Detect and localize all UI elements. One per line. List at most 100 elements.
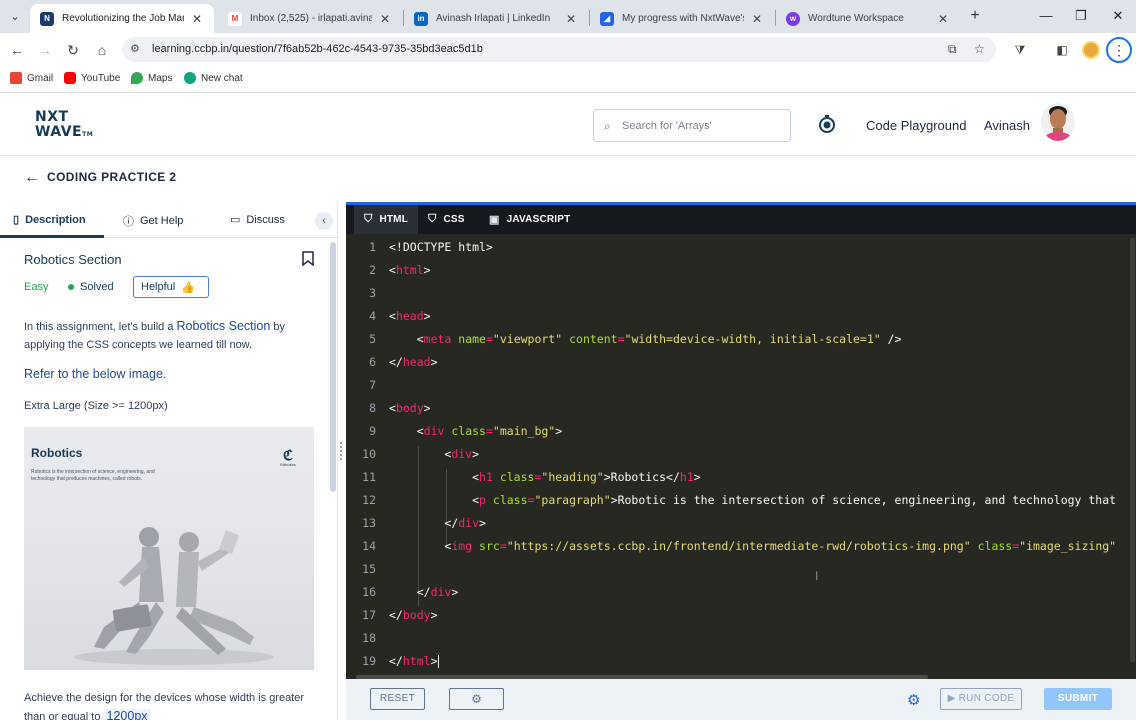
- preview-text: Robotics is the intersection of science,…: [31, 469, 155, 482]
- close-tab-icon[interactable]: ✕: [564, 12, 578, 26]
- code-token: html: [395, 263, 424, 277]
- line-number: 7: [369, 378, 376, 392]
- code-token: img: [451, 539, 473, 553]
- code-token: div: [451, 447, 473, 461]
- code-playground-link[interactable]: Code Playground: [866, 118, 966, 133]
- status-dot: [68, 284, 74, 290]
- window-close-icon[interactable]: ✕: [1108, 7, 1128, 25]
- line-number: 5: [369, 332, 376, 346]
- tab-css[interactable]: ⛉ CSS: [428, 205, 465, 234]
- browser-tab-4[interactable]: ◢ My progress with NxtWave's Jo ✕: [590, 4, 774, 33]
- logo-line2: WAVE: [35, 124, 83, 140]
- back-icon[interactable]: ←: [7, 40, 27, 60]
- home-icon[interactable]: ⌂: [92, 40, 112, 60]
- description-highlight: Robotics Section: [176, 319, 271, 333]
- tab-description-label: Description: [25, 213, 86, 226]
- browser-tab-2[interactable]: M Inbox (2,525) - irlapati.avinash ✕: [218, 4, 402, 33]
- code-token: content: [569, 332, 618, 346]
- bookmark-label: Gmail: [27, 72, 54, 84]
- helpful-button[interactable]: Helpful 👍: [133, 276, 209, 298]
- nxtwave-logo[interactable]: NXT WAVETM: [35, 110, 105, 142]
- reload-icon[interactable]: ↻: [63, 40, 83, 60]
- browser-tab-1[interactable]: N Revolutionizing the Job Market ✕: [30, 4, 214, 33]
- side-panel-icon[interactable]: ◧: [1053, 41, 1071, 59]
- install-app-icon[interactable]: ⧉: [948, 42, 957, 57]
- progress-favicon-icon: ◢: [600, 11, 614, 26]
- chatgpt-icon: [184, 72, 196, 84]
- site-settings-icon[interactable]: ⚙: [130, 42, 140, 55]
- line-number: 14: [362, 539, 376, 553]
- search-input[interactable]: [622, 117, 782, 135]
- close-tab-icon[interactable]: ✕: [378, 12, 392, 26]
- bookmark-gmail[interactable]: Gmail: [10, 72, 53, 84]
- line-number: 10: [362, 447, 376, 461]
- minimize-icon[interactable]: —: [1036, 7, 1056, 25]
- bookmark-maps[interactable]: Maps: [131, 72, 172, 84]
- preview-logo-text: Robotics: [280, 462, 296, 467]
- forward-icon[interactable]: →: [35, 40, 55, 60]
- tab-javascript[interactable]: ▣ JAVASCRIPT: [489, 205, 570, 234]
- practice-bar: ← CODING PRACTICE 2: [0, 157, 1136, 201]
- tab-description[interactable]: ▯ Description: [13, 213, 86, 227]
- code-line: </html>: [389, 654, 439, 668]
- code-area[interactable]: 1 2 3 4 5 6 7 8 9 10 11 12 13 14 15 16 1…: [346, 234, 1136, 674]
- line-number: 12: [362, 493, 376, 507]
- reset-button[interactable]: RESET: [370, 688, 425, 710]
- browser-tab-3[interactable]: in Avinash Irlapati | LinkedIn ✕: [404, 4, 588, 33]
- browser-menu-icon[interactable]: ⋮: [1106, 37, 1132, 63]
- code-editor: ⛉ HTML ⛉ CSS ▣ JAVASCRIPT 1 2 3 4 5 6 7 …: [346, 202, 1136, 679]
- collapse-panel-icon[interactable]: ‹: [315, 212, 333, 230]
- tab-get-help[interactable]: ⓘ Get Help: [123, 213, 183, 229]
- tab-html[interactable]: ⛉ HTML: [354, 205, 419, 234]
- editor-settings-button[interactable]: ⚙: [449, 688, 504, 710]
- line-number: 17: [362, 608, 376, 622]
- browser-tab-title: Wordtune Workspace: [808, 13, 904, 24]
- back-arrow-icon[interactable]: ←: [24, 169, 40, 187]
- bookmark-new-chat[interactable]: New chat: [184, 72, 243, 84]
- code-token: html: [402, 654, 431, 668]
- code-line: <p class="paragraph">Robotic is the inte…: [472, 493, 1117, 507]
- address-bar[interactable]: ⚙ learning.ccbp.in/question/7f6ab52b-462…: [122, 37, 996, 62]
- gear-icon[interactable]: ⚙: [907, 691, 920, 709]
- timer-icon[interactable]: [817, 114, 837, 134]
- close-tab-icon[interactable]: ✕: [750, 12, 764, 26]
- browser-profile-icon[interactable]: [1082, 41, 1100, 59]
- browser-tab-bar: ⌄ N Revolutionizing the Job Market ✕ M I…: [0, 0, 1136, 33]
- code-token: h1: [679, 470, 694, 484]
- tab-discuss[interactable]: ▭ Discuss: [230, 213, 285, 227]
- close-tab-icon[interactable]: ✕: [936, 12, 950, 26]
- tab-search-icon[interactable]: ⌄: [6, 8, 24, 26]
- line-number: 19: [362, 654, 376, 668]
- line-number: 15: [362, 562, 376, 576]
- code-line: </head>: [389, 355, 438, 369]
- code-token: name: [458, 332, 486, 346]
- bookmark-star-icon[interactable]: ☆: [974, 42, 985, 56]
- bookmark-youtube[interactable]: YouTube: [64, 72, 120, 84]
- bookmark-label: Maps: [148, 72, 173, 84]
- status-label: Solved: [80, 281, 114, 293]
- code-token: "heading": [541, 470, 604, 484]
- tab-javascript-label: JAVASCRIPT: [506, 214, 571, 225]
- user-name[interactable]: Avinash: [984, 118, 1030, 133]
- chat-icon: ▭: [230, 214, 241, 226]
- bookmark-icon[interactable]: [302, 251, 314, 266]
- panel-scrollbar[interactable]: [330, 242, 336, 492]
- line-number: 11: [362, 470, 376, 484]
- html5-icon: ⛉: [364, 213, 373, 225]
- browser-tab-5[interactable]: w Wordtune Workspace ✕: [776, 4, 960, 33]
- run-code-button[interactable]: ▶ RUN CODE: [940, 688, 1022, 710]
- editor-tabs: ⛉ HTML ⛉ CSS ▣ JAVASCRIPT: [346, 202, 1136, 234]
- editor-vertical-scrollbar[interactable]: [1130, 238, 1135, 662]
- description-text: In this assignment, let's build a Roboti…: [24, 317, 319, 354]
- new-tab-icon[interactable]: +: [966, 7, 984, 25]
- bookmarks-bar: Gmail YouTube Maps New chat: [0, 66, 1136, 93]
- close-tab-icon[interactable]: ✕: [190, 12, 204, 26]
- panel-resize-handle[interactable]: [339, 440, 343, 468]
- avatar[interactable]: [1041, 103, 1075, 141]
- submit-button[interactable]: SUBMIT: [1044, 688, 1112, 710]
- code-token: src: [479, 539, 500, 553]
- code-token: body: [402, 608, 431, 622]
- restore-icon[interactable]: ❐: [1071, 7, 1091, 25]
- bookmark-label: New chat: [201, 72, 243, 84]
- extensions-icon[interactable]: ⧩: [1011, 41, 1029, 59]
